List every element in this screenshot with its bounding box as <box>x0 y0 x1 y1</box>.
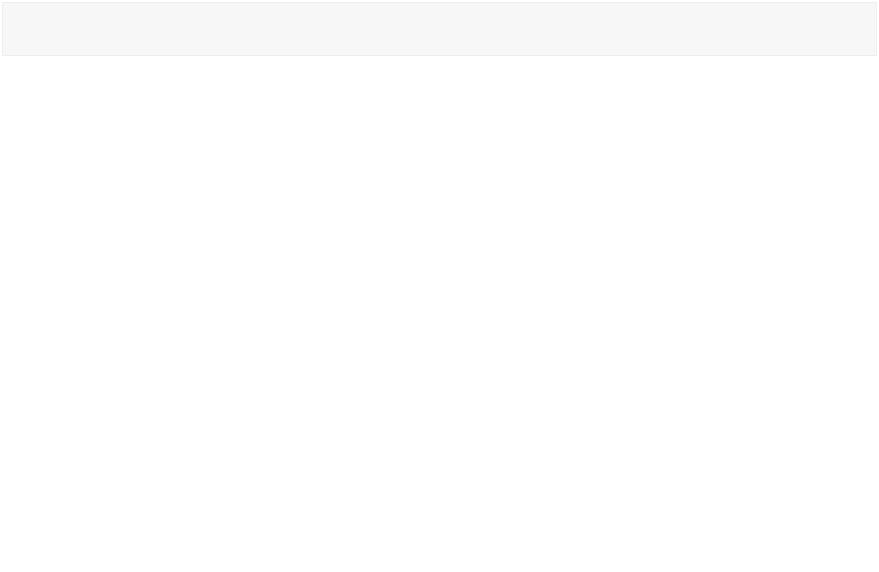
code-block <box>2 2 877 56</box>
chart-figure[interactable] <box>0 62 879 572</box>
